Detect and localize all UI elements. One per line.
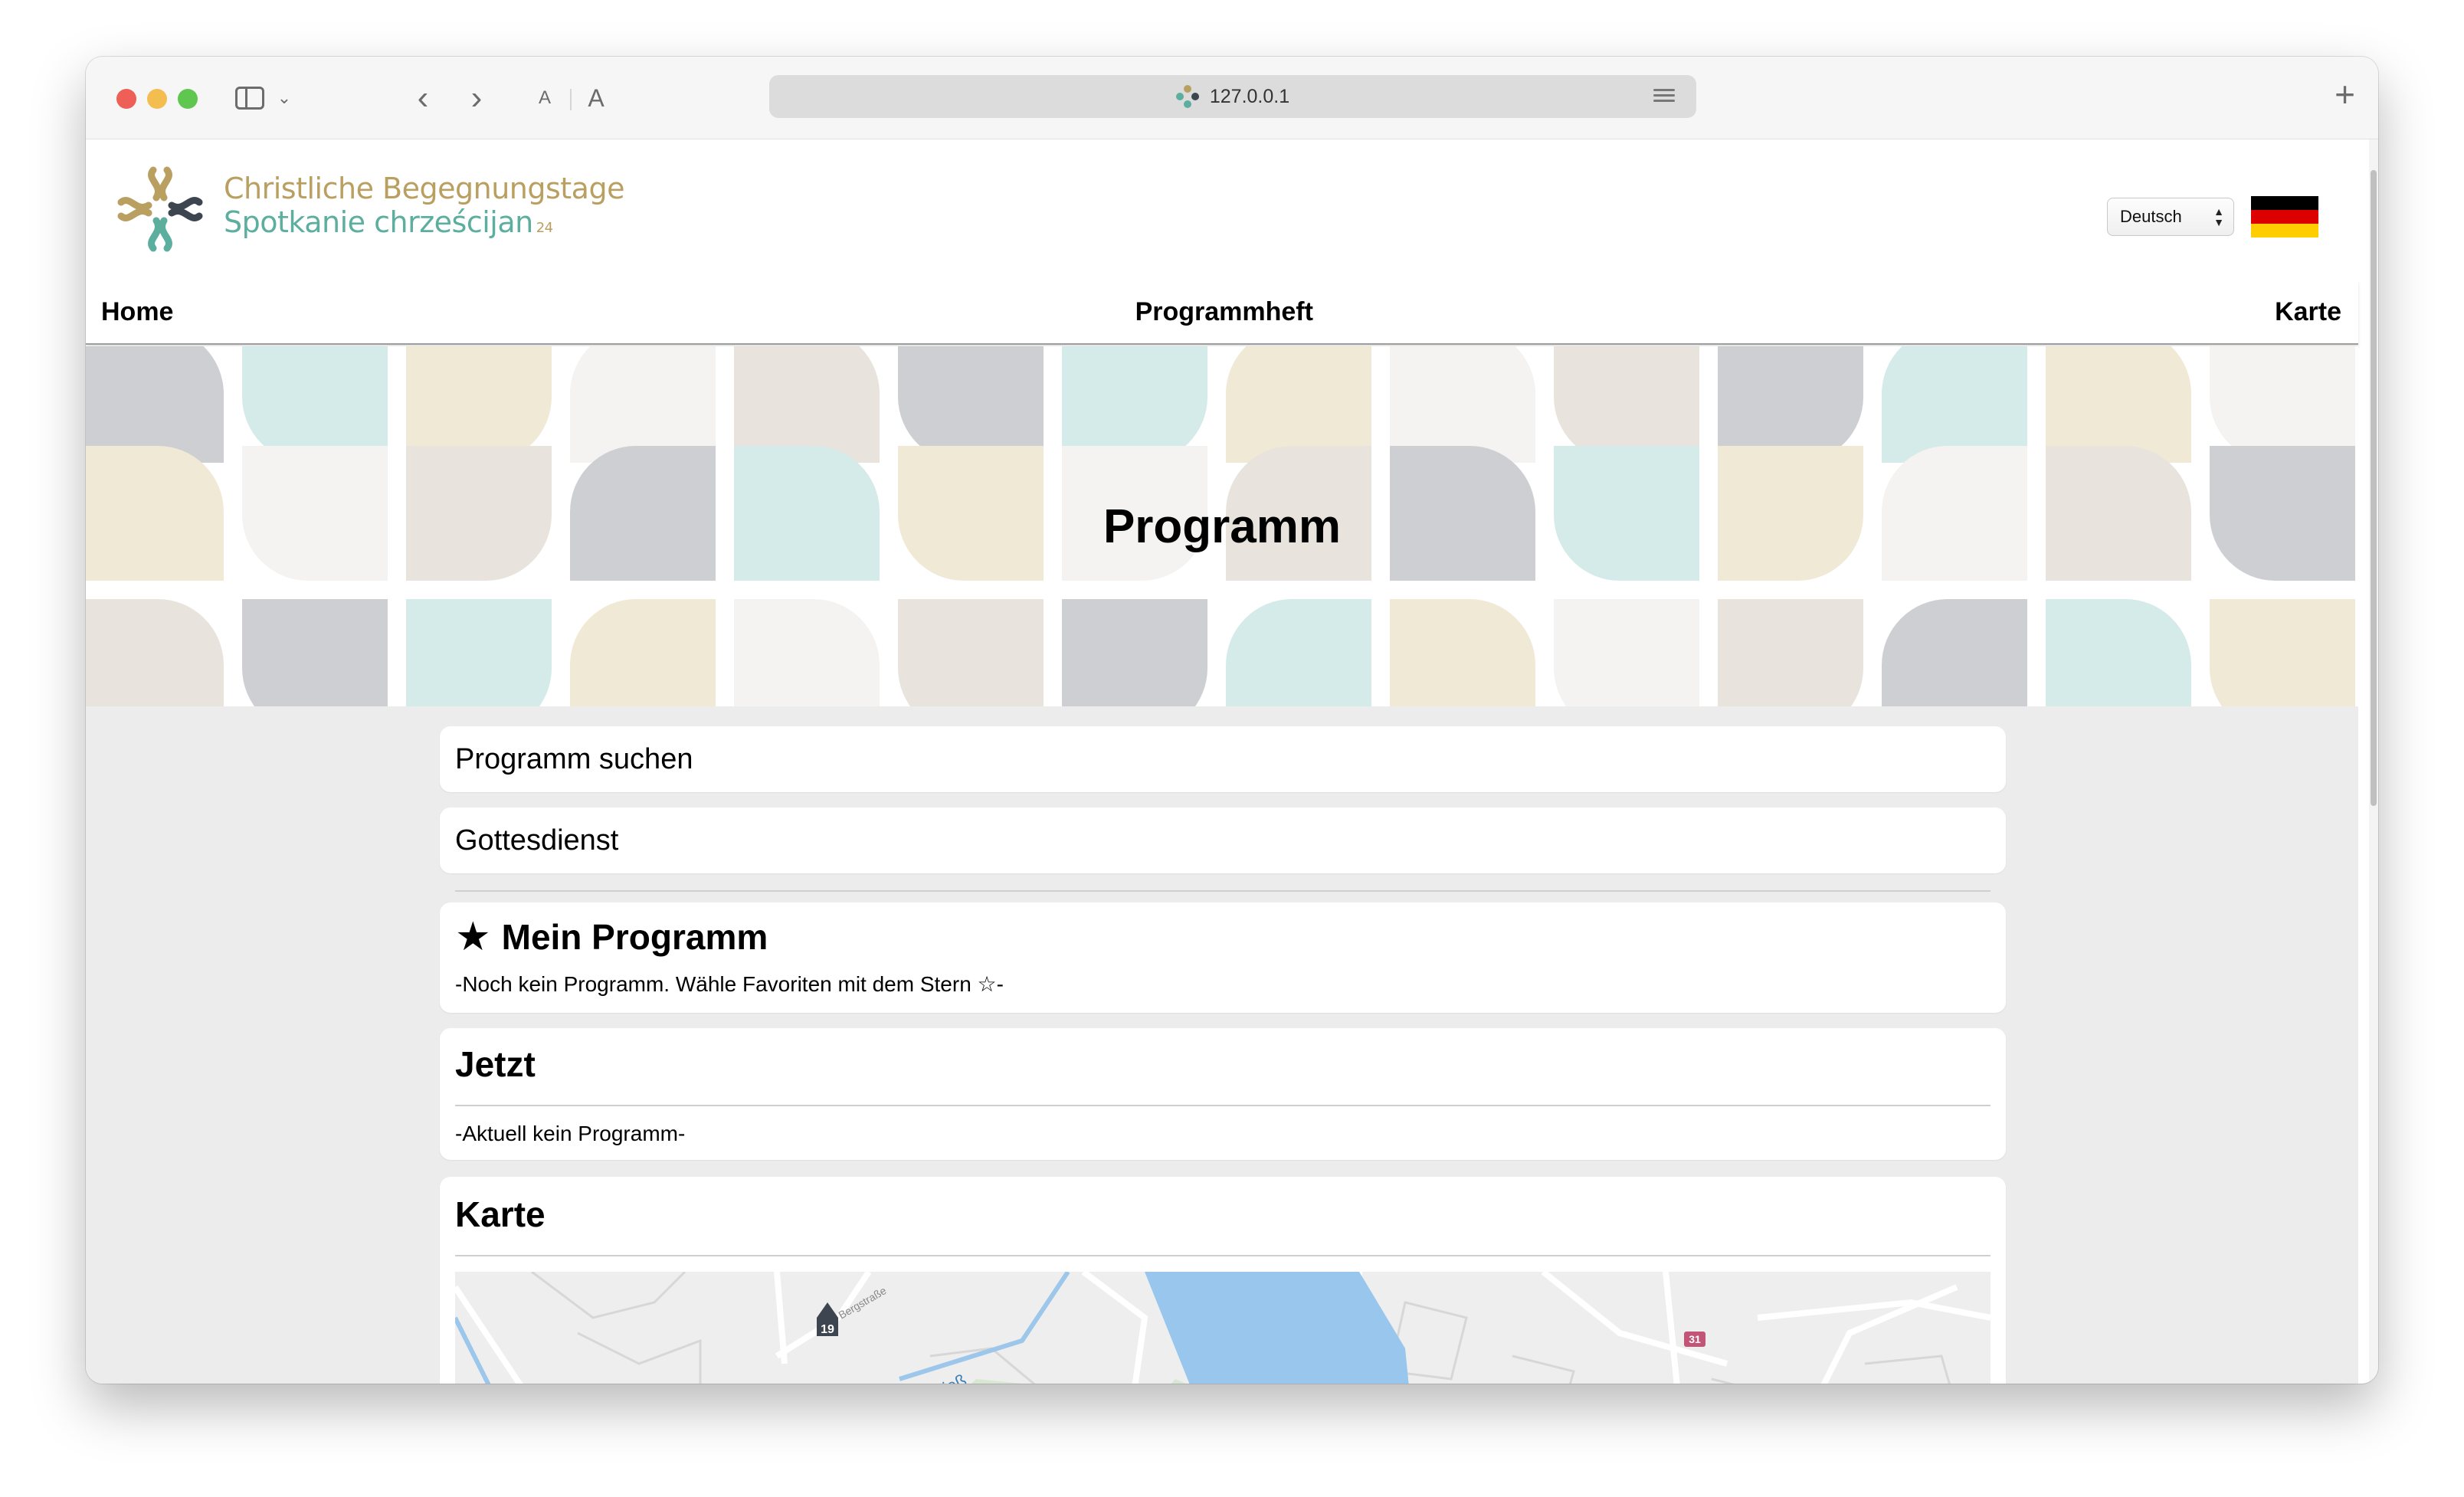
map-divider: [455, 1255, 1991, 1256]
page-scrollbar-thumb[interactable]: [2371, 170, 2377, 806]
close-window-button[interactable]: [116, 89, 136, 109]
map-title: Karte: [455, 1194, 546, 1234]
sidebar-icon[interactable]: [233, 80, 267, 116]
now-empty-text: -Aktuell kein Programm-: [455, 1122, 686, 1145]
logo-icon[interactable]: [113, 162, 208, 257]
main-nav: Home Programmheft Karte: [86, 280, 2358, 345]
page-title: Programm: [1103, 500, 1342, 553]
browser-toolbar: ⌄ ‹ › A A 127.0.0.1 +: [86, 57, 2378, 139]
text-smaller-icon[interactable]: A: [533, 80, 556, 116]
german-flag-icon[interactable]: [2251, 196, 2318, 237]
language-select[interactable]: Deutsch ▲ ▼: [2107, 198, 2234, 236]
logo-title-polish: Spotkanie chrześcijan 24: [224, 205, 553, 239]
svg-text:19: 19: [821, 1323, 834, 1336]
logo-title-german: Christliche Begegnungstage: [224, 172, 624, 205]
toolbar-separator: [570, 89, 572, 110]
text-larger-icon[interactable]: A: [582, 80, 610, 116]
category-gottesdienst-button[interactable]: Gottesdienst: [440, 807, 2006, 873]
section-divider: [455, 890, 1991, 892]
site-favicon-icon: [1175, 85, 1199, 108]
forward-icon[interactable]: ›: [461, 79, 492, 116]
map-card: Karte 19 Bergstraße 31: [440, 1177, 2006, 1384]
language-select-value: Deutsch: [2120, 207, 2182, 226]
my-program-empty-text: -Noch kein Programm. Wähle Favoriten mit…: [455, 972, 1004, 996]
svg-text:31: 31: [1689, 1333, 1701, 1345]
my-program-card: ★ Mein Programm -Noch kein Programm. Wäh…: [440, 902, 2006, 1013]
hero-banner: Programm: [86, 346, 2358, 706]
program-search-button[interactable]: Programm suchen: [440, 726, 2006, 792]
now-divider: [455, 1105, 1991, 1106]
logo-year: 24: [536, 220, 553, 236]
logo-text[interactable]: Christliche Begegnungstage Spotkanie chr…: [224, 172, 624, 245]
main-content: Programm suchen Gottesdienst ★ Mein Prog…: [86, 706, 2358, 1384]
my-program-title: Mein Programm: [501, 917, 768, 957]
web-page: Christliche Begegnungstage Spotkanie chr…: [86, 139, 2369, 1384]
chevron-down-icon[interactable]: ⌄: [273, 80, 296, 116]
map-view[interactable]: 19 Bergstraße Klingefließ 31: [455, 1272, 1991, 1384]
star-icon[interactable]: ★: [455, 917, 491, 957]
browser-window: ⌄ ‹ › A A 127.0.0.1 + Christliche Begegn…: [86, 57, 2378, 1384]
minimize-window-button[interactable]: [147, 89, 167, 109]
new-tab-icon[interactable]: +: [2335, 74, 2355, 115]
zoom-window-button[interactable]: [178, 89, 198, 109]
nav-karte[interactable]: Karte: [2275, 297, 2341, 327]
now-card: Jetzt -Aktuell kein Programm-: [440, 1028, 2006, 1160]
now-title: Jetzt: [455, 1044, 536, 1084]
back-icon[interactable]: ‹: [408, 79, 438, 116]
address-bar[interactable]: 127.0.0.1: [769, 75, 1696, 118]
map-marker-31[interactable]: 31: [1684, 1332, 1705, 1347]
reader-icon[interactable]: [1653, 86, 1675, 107]
nav-home[interactable]: Home: [101, 297, 173, 327]
site-header: Christliche Begegnungstage Spotkanie chr…: [86, 139, 2369, 362]
select-arrows-icon: ▲ ▼: [2213, 205, 2224, 228]
nav-programmheft[interactable]: Programmheft: [1135, 297, 1313, 327]
url-text: 127.0.0.1: [1209, 85, 1290, 107]
